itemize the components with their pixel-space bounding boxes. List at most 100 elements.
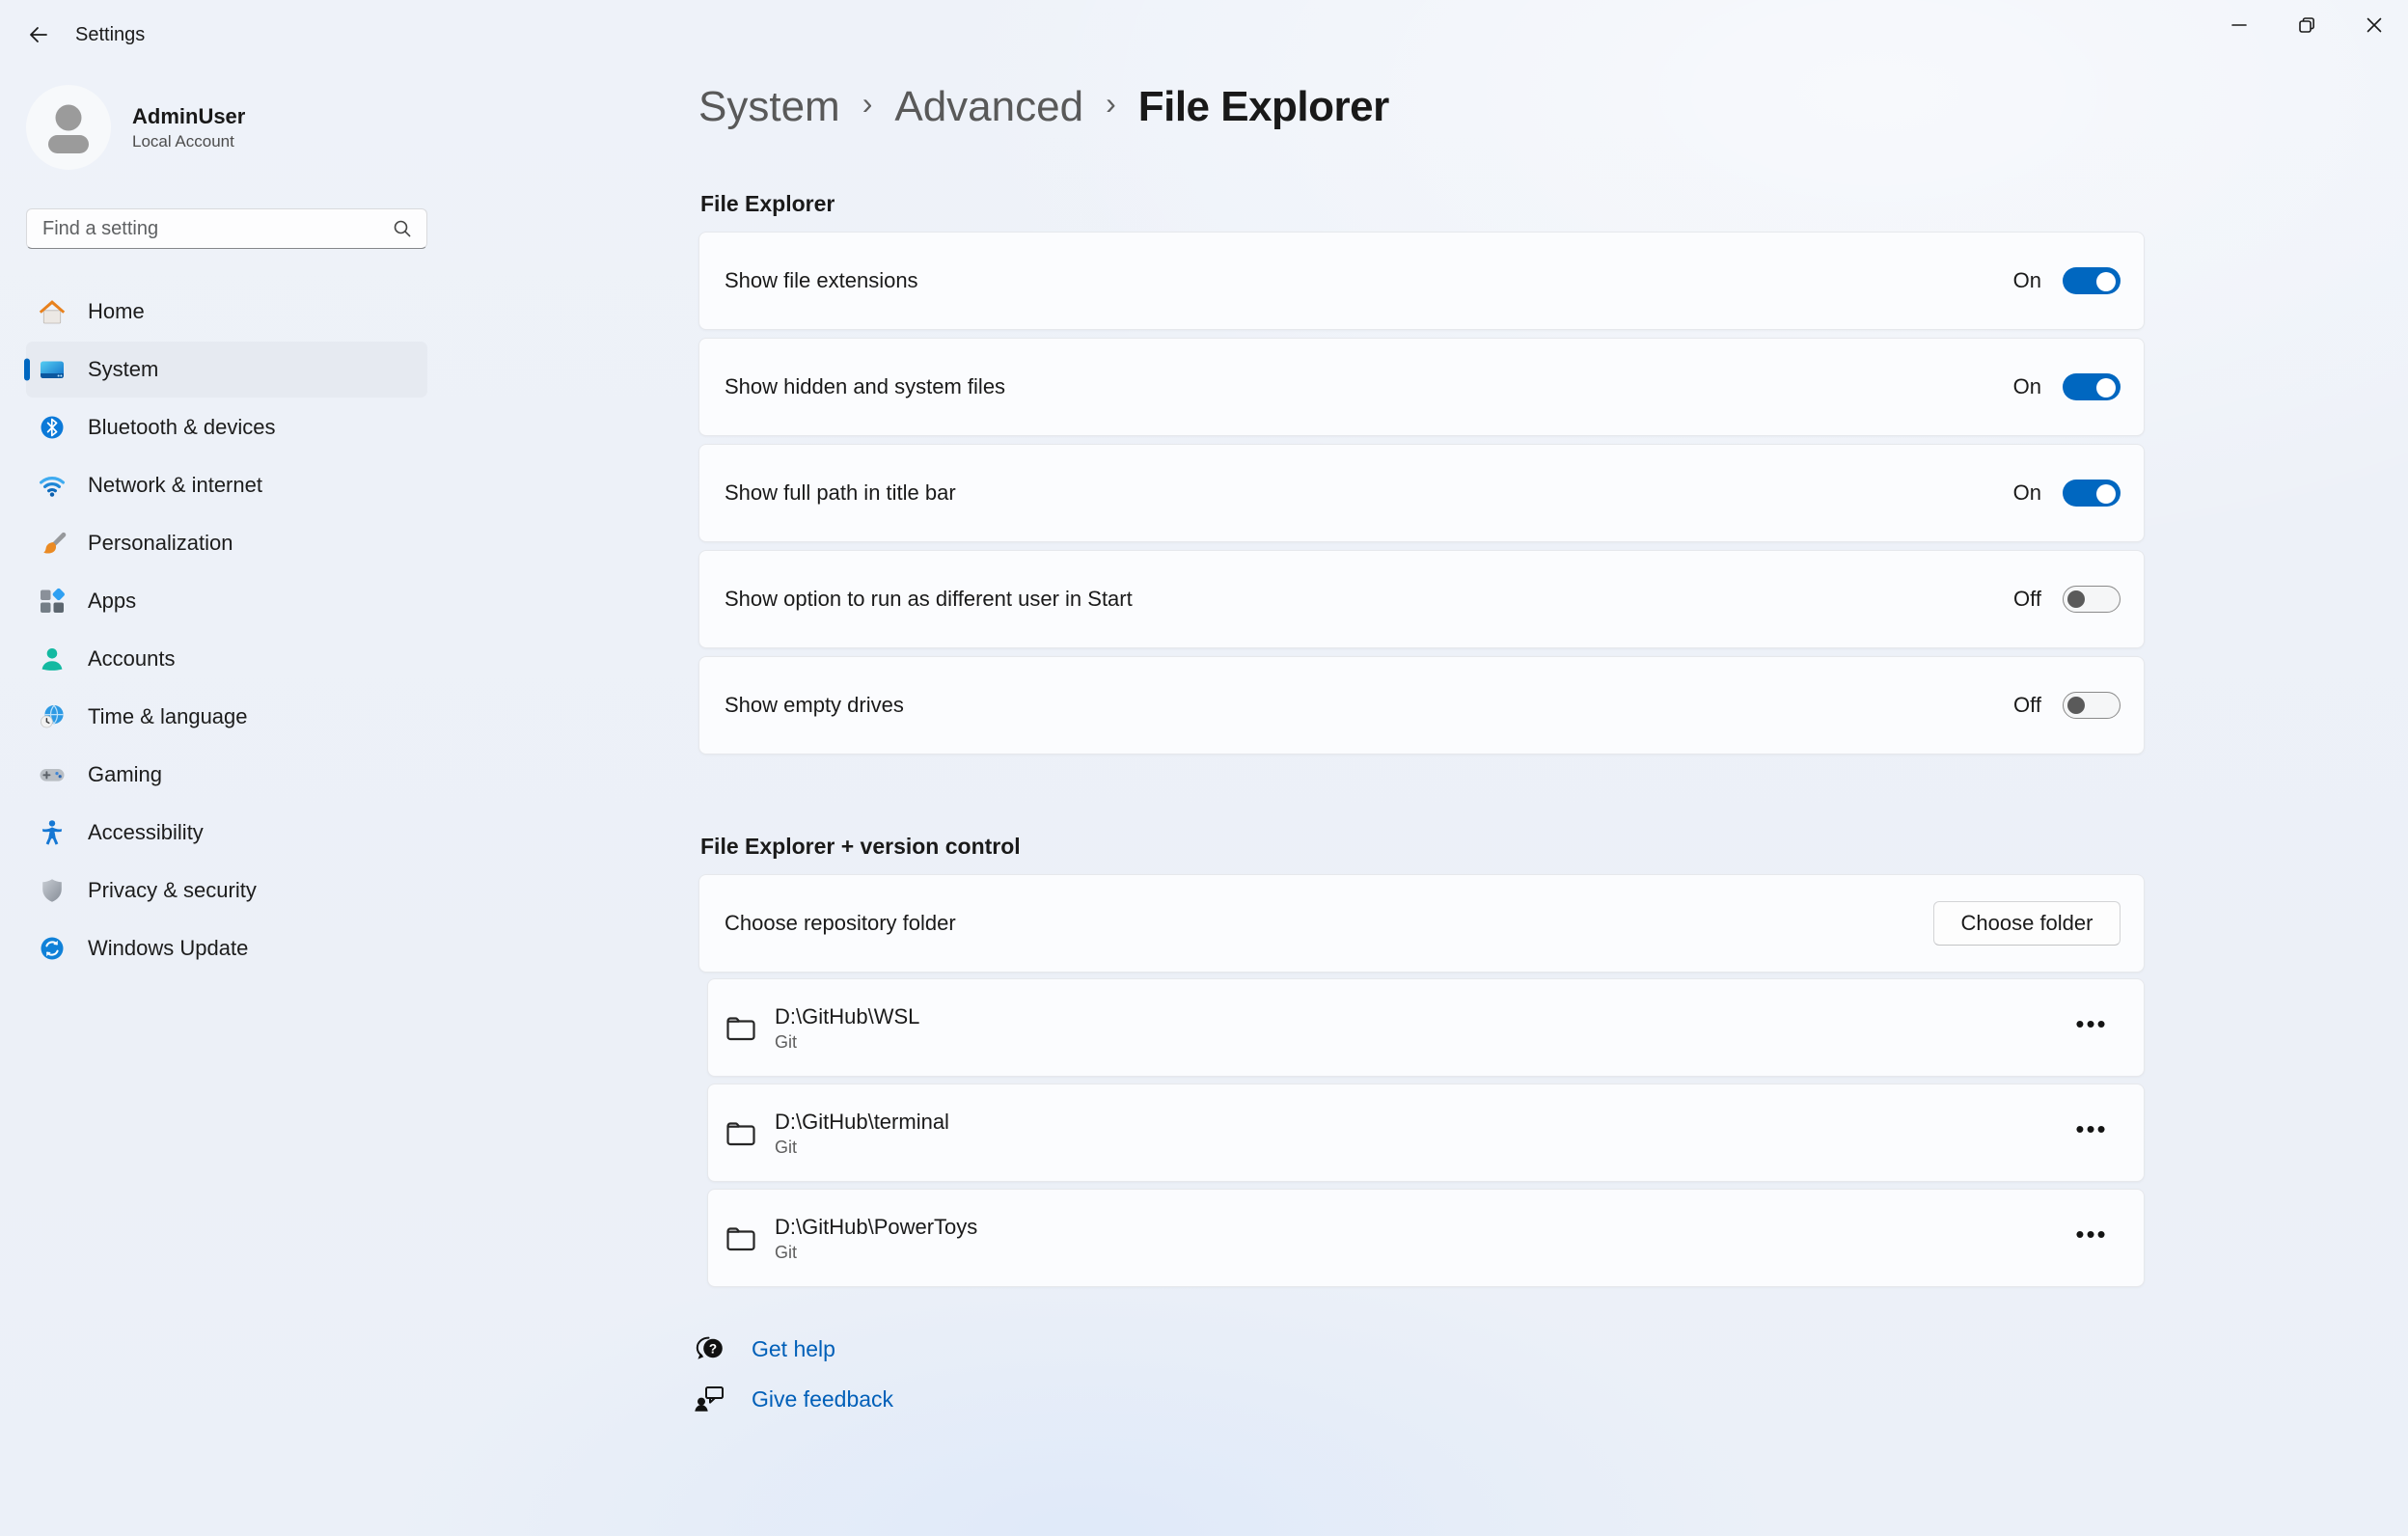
toggle-state-label: On [2013, 480, 2041, 506]
toggle-state-label: Off [2013, 693, 2041, 718]
back-button[interactable] [14, 10, 64, 60]
sidebar-item-label: Home [88, 299, 145, 324]
sidebar-item-gaming[interactable]: Gaming [26, 747, 427, 803]
windows-update-icon [38, 934, 67, 963]
sidebar-item-label: System [88, 357, 158, 382]
folder-icon [724, 1012, 758, 1043]
sidebar-item-label: Network & internet [88, 473, 262, 498]
sidebar-item-network-internet[interactable]: Network & internet [26, 457, 427, 513]
personalization-icon [38, 529, 67, 558]
back-arrow-icon [27, 23, 50, 46]
home-icon [38, 297, 67, 326]
choose-folder-button[interactable]: Choose folder [1933, 901, 2121, 946]
sidebar-item-label: Gaming [88, 762, 162, 787]
toggle-state-label: On [2013, 268, 2041, 293]
sidebar-item-label: Windows Update [88, 936, 248, 961]
give-feedback-label: Give feedback [752, 1386, 893, 1413]
repo-type: Git [775, 1136, 949, 1159]
sidebar-item-windows-update[interactable]: Windows Update [26, 920, 427, 976]
sidebar-item-privacy-security[interactable]: Privacy & security [26, 863, 427, 919]
selection-indicator [24, 359, 30, 381]
breadcrumb: System › Advanced › File Explorer [698, 79, 1389, 135]
maximize-button[interactable] [2273, 0, 2340, 50]
toggle-switch[interactable] [2063, 267, 2121, 294]
sidebar-item-time-language[interactable]: Time & language [26, 689, 427, 745]
sidebar-item-accounts[interactable]: Accounts [26, 631, 427, 687]
toggle-state-label: On [2013, 374, 2041, 399]
sidebar-item-apps[interactable]: Apps [26, 573, 427, 629]
ellipsis-icon: ••• [2075, 1220, 2107, 1249]
gaming-icon [38, 760, 67, 789]
breadcrumb-item-advanced[interactable]: Advanced [894, 83, 1083, 131]
time-language-icon [38, 702, 67, 731]
give-feedback-link[interactable]: Give feedback [694, 1378, 893, 1420]
folder-icon [724, 1117, 758, 1148]
apps-icon [38, 587, 67, 616]
more-options-button[interactable]: ••• [2070, 1217, 2113, 1259]
search-box [26, 208, 427, 249]
repo-type: Git [775, 1241, 977, 1264]
bluetooth-icon [38, 413, 67, 442]
help-icon: ? [694, 1332, 726, 1365]
toggle-switch[interactable] [2063, 692, 2121, 719]
toggle-knob [2067, 697, 2085, 714]
sidebar-item-label: Bluetooth & devices [88, 415, 275, 440]
user-name: AdminUser [132, 103, 245, 130]
repo-type: Git [775, 1030, 919, 1054]
setting-label: Show empty drives [725, 693, 904, 718]
sidebar-item-home[interactable]: Home [26, 284, 427, 340]
choose-repository-card: Choose repository folder Choose folder [698, 874, 2145, 973]
repo-path: D:\GitHub\WSL [775, 1002, 919, 1030]
get-help-link[interactable]: ? Get help [694, 1328, 835, 1370]
setting-card-show-empty-drives: Show empty drives Off [698, 656, 2145, 754]
close-button[interactable] [2340, 0, 2408, 50]
sidebar-item-label: Accounts [88, 646, 176, 672]
breadcrumb-separator: › [862, 86, 873, 122]
toggle-knob [2096, 484, 2116, 504]
setting-card-show-file-extensions: Show file extensions On [698, 232, 2145, 330]
user-card[interactable]: AdminUser Local Account [26, 85, 245, 170]
window-controls [2205, 0, 2408, 50]
setting-label: Show file extensions [725, 268, 918, 293]
breadcrumb-item-system[interactable]: System [698, 83, 840, 131]
toggle-switch[interactable] [2063, 373, 2121, 400]
sidebar-item-system[interactable]: System [26, 342, 427, 398]
sidebar-item-bluetooth-devices[interactable]: Bluetooth & devices [26, 399, 427, 455]
repo-card-wsl: D:\GitHub\WSL Git ••• [707, 978, 2145, 1077]
setting-label: Show option to run as different user in … [725, 587, 1133, 612]
repo-path: D:\GitHub\PowerToys [775, 1213, 977, 1241]
accounts-icon [38, 645, 67, 673]
restore-icon [2296, 14, 2317, 36]
sidebar-item-label: Time & language [88, 704, 248, 729]
toggle-switch[interactable] [2063, 480, 2121, 507]
toggle-knob [2096, 378, 2116, 398]
sidebar-item-accessibility[interactable]: Accessibility [26, 805, 427, 861]
folder-icon [724, 1222, 758, 1253]
repo-card-powertoys: D:\GitHub\PowerToys Git ••• [707, 1189, 2145, 1287]
accessibility-icon [38, 818, 67, 847]
get-help-label: Get help [752, 1336, 835, 1362]
toggle-switch[interactable] [2063, 586, 2121, 613]
search-icon [392, 218, 413, 239]
toggle-knob [2096, 272, 2116, 291]
setting-card-run-as-different-user: Show option to run as different user in … [698, 550, 2145, 648]
more-options-button[interactable]: ••• [2070, 1006, 2113, 1049]
user-account-type: Local Account [132, 130, 245, 152]
ellipsis-icon: ••• [2075, 1114, 2107, 1144]
minimize-button[interactable] [2205, 0, 2273, 50]
sidebar-nav: Home System Bluetooth & devices Netw [26, 284, 427, 978]
sidebar-item-personalization[interactable]: Personalization [26, 515, 427, 571]
svg-text:?: ? [709, 1341, 717, 1356]
more-options-button[interactable]: ••• [2070, 1111, 2113, 1154]
search-input[interactable] [42, 218, 392, 240]
repository-list: D:\GitHub\WSL Git ••• D:\GitHub\terminal… [707, 978, 2145, 1294]
toggle-state-label: Off [2013, 587, 2041, 612]
window-title: Settings [75, 24, 145, 46]
close-icon [2364, 14, 2385, 36]
network-icon [38, 471, 67, 500]
privacy-icon [38, 876, 67, 905]
toggle-card-list: Show file extensions On Show hidden and … [698, 232, 2145, 762]
setting-card-show-full-path: Show full path in title bar On [698, 444, 2145, 542]
sidebar-item-label: Apps [88, 589, 136, 614]
breadcrumb-separator: › [1106, 86, 1116, 122]
